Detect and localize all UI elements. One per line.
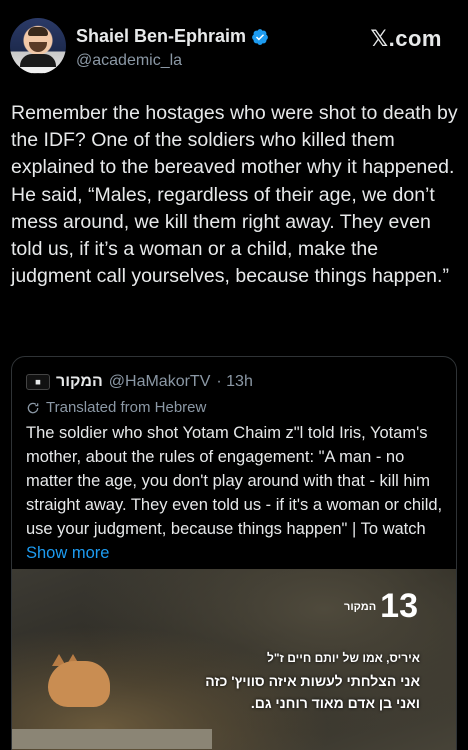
caption-line-1: איריס, אמו של יותם חיים ז"ל: [266, 651, 420, 665]
hamakor-logo-icon: ◼: [26, 374, 50, 390]
translated-label: Translated from Hebrew: [46, 399, 207, 416]
quoted-author-handle[interactable]: @HaMakorTV: [109, 373, 211, 391]
caption-line-3: ואני בן אדם מאוד רוחני גם.: [250, 695, 420, 711]
show-more-link[interactable]: Show more: [26, 544, 109, 562]
author-name[interactable]: Shaiel Ben-Ephraim: [76, 26, 246, 47]
channel-logo: המקור 13: [344, 587, 418, 626]
author-name-row: Shaiel Ben-Ephraim: [76, 26, 269, 47]
author-handle[interactable]: @academic_la: [76, 52, 182, 70]
author-avatar[interactable]: [10, 18, 66, 74]
tweet-header: Shaiel Ben-Ephraim @academic_la 𝕏.com: [10, 18, 458, 78]
quoted-time: · 13h: [216, 373, 253, 390]
media-plank: [12, 729, 212, 749]
verified-badge-icon: [252, 28, 268, 45]
avatar-beard: [29, 42, 47, 52]
quoted-text-body: The soldier who shot Yotam Chaim z"l tol…: [26, 424, 443, 538]
quoted-tweet-header: ◼ המקור @HaMakorTV · 13h: [26, 373, 253, 391]
channel-number: 13: [380, 587, 418, 625]
cat-image: [48, 661, 110, 707]
caption-line-2: אני הצלחתי לעשות איזה סוויץ' כזה: [205, 673, 420, 689]
tweet-text: Remember the hostages who were shot to d…: [11, 102, 458, 288]
avatar-banner: [16, 67, 60, 73]
x-brand-label: 𝕏.com: [370, 26, 442, 51]
quoted-tweet[interactable]: ◼ המקור @HaMakorTV · 13h Translated from…: [11, 356, 457, 750]
channel-label: המקור: [344, 600, 377, 613]
translate-icon: [27, 402, 39, 413]
avatar-hair: [28, 27, 48, 36]
quoted-author-name[interactable]: המקור: [56, 373, 103, 391]
quoted-video-thumbnail[interactable]: המקור 13 איריס, אמו של יותם חיים ז"ל אני…: [12, 569, 456, 750]
quoted-tweet-text: The soldier who shot Yotam Chaim z"l tol…: [26, 421, 451, 565]
translated-label-row: Translated from Hebrew: [26, 399, 206, 416]
